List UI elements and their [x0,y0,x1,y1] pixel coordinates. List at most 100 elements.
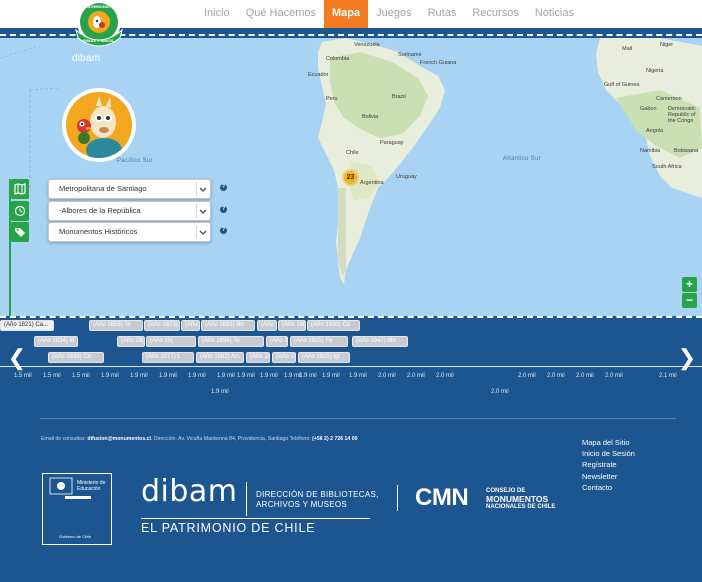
mineduc-line2: Educación [77,486,101,492]
timeline-event[interactable]: (Año 1925) Igl [298,352,350,363]
timeline-next-arrow-icon[interactable]: ❯ [676,345,698,373]
nav-recursos[interactable]: Recursos [464,0,526,28]
footer-link-inicio-sesion[interactable]: Inicio de Sesión [582,448,635,459]
footer-link-newsletter[interactable]: Newsletter [582,471,635,482]
country-label: Mali [622,46,633,52]
marker-cluster[interactable]: 23 [342,169,359,186]
llama-mascot-icon [77,96,122,158]
nav-que-hacemos[interactable]: Qué Hacemos [238,0,324,28]
footer-links: Mapa del Sitio Inicio de Sesión Regístra… [582,437,635,493]
timeline-tick: 2.0 mil [576,373,594,379]
contact-email-link[interactable]: difusion@monumentos.cl [87,436,151,442]
timeline-event[interactable]: (Año 1821) Ca... [0,320,54,331]
category-select-value: Monumentos Históricos [59,227,138,236]
dibam-desc-line2: ARCHIVOS Y MUSEOS [256,500,348,509]
help-icon[interactable]: ? [220,206,227,213]
logo-badge-top-text: PATRIMONIO [85,4,110,9]
country-label: Gabon [640,106,657,112]
country-label: Gulf of Guinea [604,82,640,88]
timeline-tick: 2.0 mil [407,373,425,379]
timeline-tick: 2.0 mil [518,373,536,379]
timeline-event[interactable]: (Año 1834) Id [34,336,78,347]
period-select-value: -Albores de la República [59,206,141,215]
zoom-out-button[interactable]: − [682,293,697,308]
cmn-divider [397,485,398,511]
timeline-prev-arrow-icon[interactable]: ❮ [6,345,28,373]
map-view[interactable]: Pacífico Sur Atlántico Sur Venezuela Col… [0,38,702,316]
timeline-event[interactable]: (Año [257,320,277,331]
ocean-label-pacifico: Pacífico Sur [117,158,153,164]
country-label: Argentina [360,180,384,186]
timeline-event[interactable]: (Año 18( [146,336,196,347]
category-select[interactable]: Monumentos Históricos [48,222,211,242]
timeline-tick: 2.0 mil [436,373,454,379]
footer-divider [40,418,676,419]
tag-icon[interactable] [11,222,29,242]
timeline-tick: 1.9 mil [159,373,177,379]
chevron-down-icon [196,204,208,218]
nav-juegos[interactable]: Juegos [368,0,419,28]
footer-link-mapa-del-sitio[interactable]: Mapa del Sitio [582,437,635,448]
country-label: Bolivia [362,114,379,120]
timeline-event[interactable]: (Año 1873) De [144,320,180,331]
timeline-event[interactable]: (Año 1896) Te [198,336,264,347]
timeline-event[interactable]: (Año 1838) Co [48,352,104,363]
timeline-tick: 1.9 mil [322,373,340,379]
footer-link-registrate[interactable]: Regístrate [582,459,635,470]
timeline-event[interactable]: (Año 1853) Te [89,320,143,331]
timeline-event[interactable]: (Año 18( [117,336,145,347]
contact-phone: (+56 2) 2 726 14 00 [312,436,358,442]
gobierno-label: Gobierno de Chile [59,534,92,539]
clock-icon[interactable] [11,201,29,221]
region-select-value: Metropolitana de Santiago [59,184,147,193]
timeline-major-tick: 1.9 mil [211,389,229,395]
country-label: Uruguay [396,174,417,180]
country-label: Suriname [398,52,422,58]
timeline-tick: 1.5 mil [43,373,61,379]
dibam-brand-text: dibam [72,53,101,64]
site-logo[interactable]: PATRIMONIO RIMAS Y NIÑOS [70,0,128,48]
timeline-event[interactable]: (Año 18 [272,352,296,363]
nav-inicio[interactable]: Inicio [196,0,238,28]
timeline-major-tick: 2.0 mil [491,389,509,395]
country-label: Democratic Republic of the Congo [668,106,696,124]
timeline-event[interactable]: (Año 1882) Arc [196,352,244,363]
timeline-event[interactable]: (Año 18 [246,352,270,363]
country-label: Angola [646,128,664,134]
timeline-event[interactable]: (Año 1893) Bo [201,320,255,331]
map-icon[interactable] [11,179,29,199]
timeline-event[interactable]: (Año 1930) Ca [307,320,360,331]
timeline-tick: 1.9 mil [260,373,278,379]
dibam-logo[interactable]: dibam [141,474,238,509]
country-label: Cameroon [656,96,682,102]
region-select[interactable]: Metropolitana de Santiago [48,179,211,199]
timeline-tick: 1.9 mil [237,373,255,379]
nav-noticias[interactable]: Noticias [527,0,582,28]
mineduc-logo[interactable]: Ministerio de Educación Gobierno de Chile [42,473,112,545]
timeline-event[interactable]: (Año 1947) Mo [352,336,408,347]
country-label: South Africa [652,164,682,170]
zoom-in-button[interactable]: + [682,277,697,292]
country-label: Nigeria [646,68,664,74]
footer-link-contacto[interactable]: Contacto [582,482,635,493]
timeline-event[interactable]: (Año 1 [181,320,200,331]
footer: Email de consultas: difusion@monumentos.… [0,402,702,582]
period-select[interactable]: -Albores de la República [48,201,211,221]
timeline-tick: 1.9 mil [217,373,235,379]
dibam-description: DIRECCIÓN DE BIBLIOTECAS, ARCHIVOS Y MUS… [256,490,379,510]
timeline-event[interactable]: (Año 1 [266,336,288,347]
timeline-top-border [0,316,702,318]
nav-mapa[interactable]: Mapa [324,0,369,28]
timeline-event[interactable]: (Año 18( [278,320,306,331]
cmn-logo[interactable]: CMN [415,484,469,512]
country-label: Chile [346,150,359,156]
help-icon[interactable]: ? [220,227,227,234]
contact-address: . Dirección: Av. Vicuña Mackenna 84, Pro… [150,436,313,442]
nav-rutas[interactable]: Rutas [420,0,465,28]
timeline-tick: 1.9 mil [299,373,317,379]
timeline-event[interactable]: (Año 1877) L [142,352,194,363]
timeline-event[interactable]: (Año 1925) Fu [290,336,348,347]
help-icon[interactable]: ? [220,184,227,191]
dibam-underline [141,518,370,519]
timeline-tick: 2.0 mil [378,373,396,379]
